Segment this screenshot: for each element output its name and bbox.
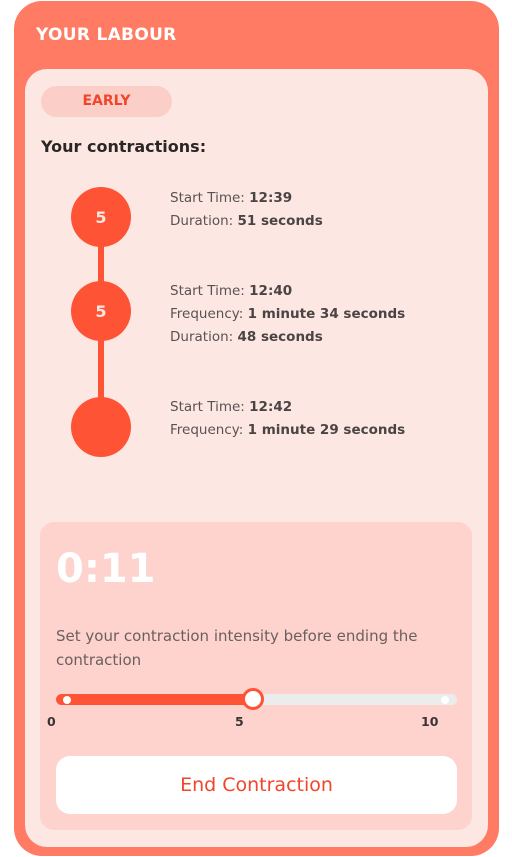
start-time-label: Start Time: — [170, 283, 245, 299]
frequency-label: Frequency: — [170, 422, 244, 438]
duration-row: Duration: 48 seconds — [170, 326, 405, 349]
header-title: YOUR LABOUR — [36, 25, 177, 45]
contraction-node[interactable]: 5 — [71, 281, 131, 341]
frequency-row: Frequency: 1 minute 34 seconds — [170, 303, 405, 326]
labour-card: EARLY Your contractions: 5 Start Time: 1… — [25, 69, 488, 847]
contraction-intensity: 5 — [95, 207, 107, 227]
slider-min-dot — [63, 696, 71, 704]
contractions-heading: Your contractions: — [41, 137, 207, 156]
frequency-value: 1 minute 29 seconds — [247, 422, 406, 438]
contraction-node[interactable]: 5 — [71, 187, 131, 247]
slider-max-label: 10 — [421, 714, 439, 729]
start-time-value: 12:40 — [249, 283, 293, 299]
duration-value: 51 seconds — [237, 213, 323, 229]
contraction-details: Start Time: 12:39 Duration: 51 seconds — [170, 187, 323, 233]
end-contraction-button[interactable]: End Contraction — [56, 756, 457, 814]
duration-row: Duration: 51 seconds — [170, 210, 323, 233]
contraction-node[interactable] — [71, 397, 131, 457]
contraction-intensity: 5 — [95, 301, 107, 321]
labour-screen: YOUR LABOUR EARLY Your contractions: 5 S… — [14, 1, 499, 856]
start-time-label: Start Time: — [170, 190, 245, 206]
slider-thumb[interactable] — [241, 688, 264, 710]
start-time-value: 12:42 — [249, 399, 293, 415]
frequency-row: Frequency: 1 minute 29 seconds — [170, 419, 405, 442]
duration-label: Duration: — [170, 213, 234, 229]
timer-panel: 0:11 Set your contraction intensity befo… — [40, 522, 472, 830]
duration-value: 48 seconds — [237, 329, 323, 345]
start-time-value: 12:39 — [249, 190, 293, 206]
slider-fill — [56, 694, 253, 705]
intensity-prompt: Set your contraction intensity before en… — [56, 627, 418, 669]
intensity-slider[interactable] — [56, 688, 457, 710]
contraction-details: Start Time: 12:40 Frequency: 1 minute 34… — [170, 280, 405, 349]
duration-label: Duration: — [170, 329, 234, 345]
start-time-row: Start Time: 12:40 — [170, 280, 405, 303]
contraction-details: Start Time: 12:42 Frequency: 1 minute 29… — [170, 396, 405, 442]
slider-mid-label: 5 — [235, 714, 244, 729]
contraction-timer: 0:11 — [56, 546, 156, 592]
start-time-row: Start Time: 12:42 — [170, 396, 405, 419]
start-time-row: Start Time: 12:39 — [170, 187, 323, 210]
slider-max-dot — [441, 696, 449, 704]
frequency-label: Frequency: — [170, 306, 244, 322]
frequency-value: 1 minute 34 seconds — [247, 306, 406, 322]
start-time-label: Start Time: — [170, 399, 245, 415]
stage-badge: EARLY — [41, 86, 172, 117]
slider-min-label: 0 — [47, 714, 56, 729]
